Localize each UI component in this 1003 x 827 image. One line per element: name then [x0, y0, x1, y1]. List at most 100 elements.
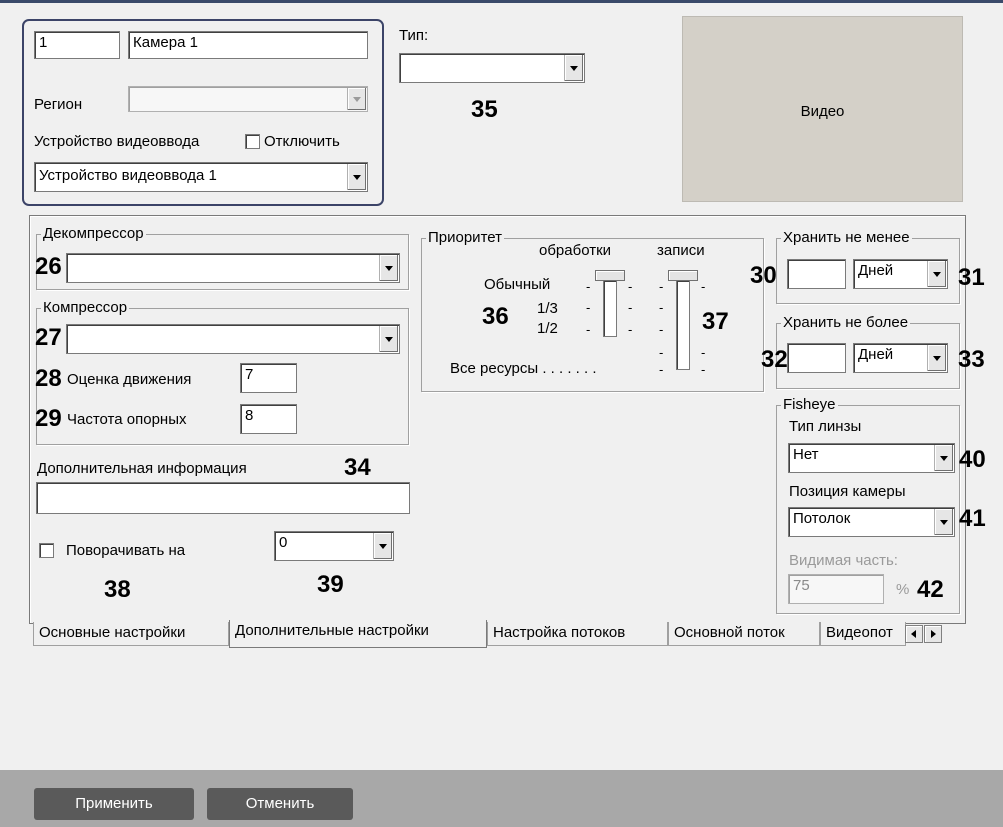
- all-resources-label: Все ресурсы . . . . . . .: [450, 360, 597, 377]
- tab-stream-settings[interactable]: Настройка потоков: [487, 622, 668, 646]
- video-input-label: Устройство видеоввода: [34, 133, 200, 150]
- tab-additional-settings[interactable]: Дополнительные настройки: [229, 620, 487, 648]
- tick-mark: -: [586, 279, 591, 294]
- recording-slider-thumb[interactable]: [668, 270, 698, 281]
- callout-38: 38: [104, 576, 131, 603]
- tab-main-settings[interactable]: Основные настройки: [33, 622, 229, 646]
- half-label: 1/2: [537, 320, 558, 337]
- callout-35: 35: [471, 96, 498, 123]
- callout-29: 29: [35, 405, 62, 432]
- extra-info-field[interactable]: [36, 482, 410, 514]
- callout-32: 32: [761, 346, 788, 373]
- decompressor-select[interactable]: [66, 253, 400, 283]
- callout-31: 31: [958, 264, 985, 291]
- processing-slider-thumb[interactable]: [595, 270, 625, 281]
- disable-checkbox[interactable]: [245, 134, 260, 149]
- percent-label: %: [896, 581, 910, 598]
- chevron-down-icon: [934, 509, 953, 535]
- motion-field[interactable]: 7: [240, 363, 297, 393]
- store-max-unit-select[interactable]: Дней: [853, 343, 948, 373]
- tab-scroll-right-button[interactable]: [924, 625, 942, 643]
- region-select: [128, 86, 368, 112]
- store-min-label: Хранить не менее: [783, 229, 910, 246]
- chevron-left-icon: [911, 630, 916, 638]
- extra-info-label: Дополнительная информация: [37, 460, 247, 477]
- tick-mark: -: [701, 279, 706, 294]
- tick-mark: -: [628, 300, 633, 315]
- tab-main-stream[interactable]: Основной поток: [668, 622, 820, 646]
- tick-mark: -: [659, 322, 664, 337]
- apply-button[interactable]: Применить: [34, 788, 194, 820]
- tick-mark: -: [659, 279, 664, 294]
- store-max-label: Хранить не более: [783, 314, 909, 331]
- camera-name-field[interactable]: Камера 1: [128, 31, 368, 59]
- tick-mark: -: [659, 362, 664, 377]
- callout-41: 41: [959, 505, 986, 532]
- callout-37: 37: [702, 308, 729, 335]
- keyframe-field[interactable]: 8: [240, 404, 297, 434]
- visible-part-label: Видимая часть:: [789, 552, 898, 569]
- decompressor-label: Декомпрессор: [43, 225, 144, 242]
- callout-40: 40: [959, 446, 986, 473]
- window-top-border: [0, 0, 1003, 3]
- chevron-down-icon: [927, 261, 946, 287]
- callout-42: 42: [917, 576, 944, 603]
- chevron-down-icon: [347, 164, 366, 190]
- processing-slider[interactable]: [603, 280, 617, 337]
- tab-video-stream[interactable]: Видеопот: [820, 622, 906, 646]
- region-label: Регион: [34, 96, 83, 113]
- camera-position-label: Позиция камеры: [789, 483, 906, 500]
- video-preview: Видео: [682, 16, 963, 202]
- normal-label: Обычный: [484, 276, 551, 293]
- compressor-label: Компрессор: [43, 299, 128, 316]
- chevron-down-icon: [927, 345, 946, 371]
- rotate-label: Поворачивать на: [66, 542, 186, 559]
- tick-mark: -: [586, 300, 591, 315]
- chevron-down-icon: [934, 445, 953, 471]
- callout-30: 30: [750, 262, 777, 289]
- callout-26: 26: [35, 253, 62, 280]
- chevron-right-icon: [931, 630, 936, 638]
- tick-mark: -: [628, 322, 633, 337]
- recording-label: записи: [657, 242, 705, 259]
- store-min-field[interactable]: [787, 259, 846, 289]
- keyframe-label: Частота опорных: [67, 411, 187, 428]
- callout-33: 33: [958, 346, 985, 373]
- chevron-down-icon: [379, 255, 398, 281]
- motion-label: Оценка движения: [67, 371, 192, 388]
- chevron-down-icon: [379, 326, 398, 352]
- store-max-field[interactable]: [787, 343, 846, 373]
- video-label: Видео: [800, 103, 845, 120]
- tick-mark: -: [701, 362, 706, 377]
- third-label: 1/3: [537, 300, 558, 317]
- callout-27: 27: [35, 324, 62, 351]
- video-input-select[interactable]: Устройство видеоввода 1: [34, 162, 368, 192]
- callout-39: 39: [317, 571, 344, 598]
- compressor-select[interactable]: [66, 324, 400, 354]
- store-min-unit-select[interactable]: Дней: [853, 259, 948, 289]
- lens-type-label: Тип линзы: [789, 418, 862, 435]
- callout-28: 28: [35, 365, 62, 392]
- processing-label: обработки: [539, 242, 612, 259]
- cancel-button[interactable]: Отменить: [207, 788, 353, 820]
- visible-part-field: 75: [788, 574, 884, 604]
- recording-slider[interactable]: [676, 280, 690, 370]
- tick-mark: -: [628, 279, 633, 294]
- tick-mark: -: [586, 322, 591, 337]
- type-select[interactable]: [399, 53, 585, 83]
- tick-mark: -: [659, 300, 664, 315]
- fisheye-label: Fisheye: [783, 396, 836, 413]
- tick-mark: -: [659, 345, 664, 360]
- camera-position-select[interactable]: Потолок: [788, 507, 955, 537]
- chevron-down-icon: [564, 55, 583, 81]
- callout-36: 36: [482, 303, 509, 330]
- lens-type-select[interactable]: Нет: [788, 443, 955, 473]
- priority-label: Приоритет: [428, 229, 502, 246]
- callout-34: 34: [344, 454, 371, 481]
- tick-mark: -: [701, 345, 706, 360]
- camera-id-field[interactable]: 1: [34, 31, 120, 59]
- rotate-checkbox[interactable]: [39, 543, 54, 558]
- rotate-select[interactable]: 0: [274, 531, 394, 561]
- chevron-down-icon: [347, 88, 366, 110]
- tab-scroll-left-button[interactable]: [905, 625, 923, 643]
